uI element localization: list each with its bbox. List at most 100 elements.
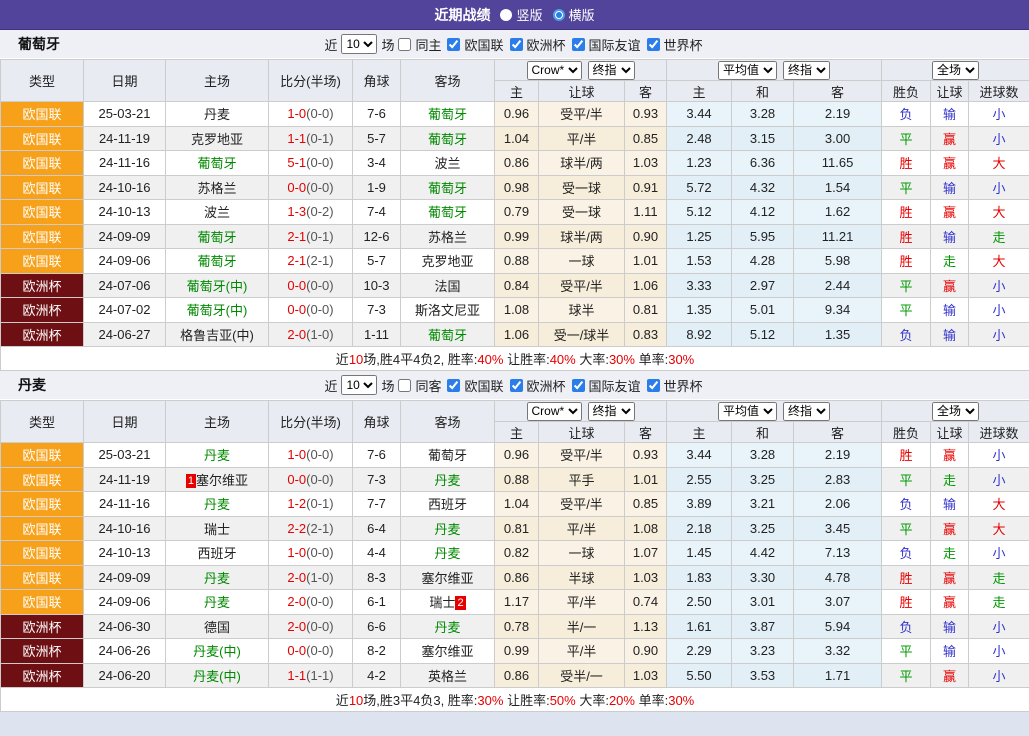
away-team-name: 葡萄牙 xyxy=(428,205,467,220)
away-team-name: 丹麦 xyxy=(434,522,460,537)
away-team-name: 丹麦 xyxy=(434,620,460,635)
home-team-cell: 西班牙 xyxy=(166,541,269,566)
result-outcome: 平 xyxy=(882,516,931,541)
league-checkbox-1[interactable] xyxy=(510,379,523,392)
avg-stage-select[interactable]: 终指 xyxy=(783,61,830,80)
avg-draw-odds: 4.32 xyxy=(732,175,794,200)
date-cell: 24-09-06 xyxy=(84,590,166,615)
avg-away-odds: 3.32 xyxy=(794,639,882,664)
handicap-home-odds: 0.98 xyxy=(495,175,539,200)
handicap-away-odds: 0.93 xyxy=(625,102,667,127)
handicap-away-odds: 0.74 xyxy=(625,590,667,615)
match-row: 欧国联25-03-21丹麦1-0(0-0)7-6葡萄牙0.96受平/半0.933… xyxy=(1,443,1029,468)
date-cell: 24-10-16 xyxy=(84,175,166,200)
result-outcome: 平 xyxy=(882,126,931,151)
odds-sub-header-2: 客 xyxy=(625,81,667,102)
col-header-3: 比分(半场) xyxy=(269,401,353,443)
competition-type-cell: 欧国联 xyxy=(1,249,84,274)
home-team-cell: 葡萄牙(中) xyxy=(166,273,269,298)
fulltime-score: 1-0 xyxy=(287,545,306,560)
match-row: 欧洲杯24-07-06葡萄牙(中)0-0(0-0)10-3法国0.84受平/半1… xyxy=(1,273,1029,298)
avg-home-odds: 2.48 xyxy=(667,126,732,151)
avg-draw-odds: 4.28 xyxy=(732,249,794,274)
league-checkbox-3[interactable] xyxy=(647,379,660,392)
same-venue-checkbox[interactable] xyxy=(398,38,411,51)
average-select[interactable]: 平均值 xyxy=(718,402,777,421)
handicap-home-odds: 1.04 xyxy=(495,126,539,151)
handicap-line: 半球 xyxy=(539,565,625,590)
summary-text-segment: 大率: xyxy=(576,693,609,708)
avg-draw-odds: 3.15 xyxy=(732,126,794,151)
competition-type-cell: 欧国联 xyxy=(1,151,84,176)
handicap-away-odds: 1.13 xyxy=(625,614,667,639)
avg-draw-odds: 3.87 xyxy=(732,614,794,639)
odds-group-header: Crow* 终指 xyxy=(495,401,667,422)
handicap-line: 受平/半 xyxy=(539,102,625,127)
match-row: 欧国联24-11-16葡萄牙5-1(0-0)3-4波兰0.86球半/两1.031… xyxy=(1,151,1029,176)
handicap-home-odds: 0.88 xyxy=(495,467,539,492)
date-cell: 24-06-27 xyxy=(84,322,166,347)
halftime-score: (0-0) xyxy=(306,472,333,487)
match-row: 欧国联24-09-06丹麦2-0(0-0)6-1瑞士21.17平/半0.742.… xyxy=(1,590,1029,615)
handicap-home-odds: 0.79 xyxy=(495,200,539,225)
team-section-1: 丹麦近10场同客欧国联欧洲杯国际友谊世界杯类型日期主场比分(半场)角球客场Cro… xyxy=(0,371,1029,712)
result-group-header: 全场 xyxy=(882,401,1029,422)
avg-stage-select[interactable]: 终指 xyxy=(783,402,830,421)
result-outcome: 胜 xyxy=(882,249,931,274)
avg-away-odds: 7.13 xyxy=(794,541,882,566)
fulltime-score: 2-0 xyxy=(287,594,306,609)
horizontal-radio[interactable] xyxy=(553,9,565,21)
layout-option-horizontal[interactable]: 横版 xyxy=(553,5,595,24)
match-row: 欧国联24-10-13波兰1-3(0-2)7-4葡萄牙0.79受一球1.115.… xyxy=(1,200,1029,225)
score-cell: 2-1(0-1) xyxy=(269,224,353,249)
avg-away-odds: 3.00 xyxy=(794,126,882,151)
league-checkbox-0[interactable] xyxy=(447,379,460,392)
home-team-name: 塞尔维亚 xyxy=(196,473,248,488)
league-checkbox-3[interactable] xyxy=(647,38,660,51)
corner-cell: 7-6 xyxy=(353,102,401,127)
corner-cell: 12-6 xyxy=(353,224,401,249)
handicap-away-odds: 0.93 xyxy=(625,443,667,468)
league-checkbox-0[interactable] xyxy=(447,38,460,51)
match-count-select[interactable]: 10 xyxy=(341,375,377,395)
league-checkbox-2[interactable] xyxy=(572,38,585,51)
match-row: 欧洲杯24-06-26丹麦(中)0-0(0-0)8-2塞尔维亚0.99平/半0.… xyxy=(1,639,1029,664)
date-cell: 24-10-13 xyxy=(84,200,166,225)
avg-home-odds: 1.25 xyxy=(667,224,732,249)
avg-home-odds: 2.55 xyxy=(667,467,732,492)
away-team-cell: 葡萄牙 xyxy=(401,126,495,151)
away-team-name: 瑞士 xyxy=(429,595,455,610)
league-label-0: 欧国联 xyxy=(464,35,503,54)
result-handicap: 输 xyxy=(931,298,969,323)
average-select[interactable]: 平均值 xyxy=(718,61,777,80)
avg-home-odds: 5.72 xyxy=(667,175,732,200)
date-cell: 24-11-19 xyxy=(84,126,166,151)
match-count-select[interactable]: 10 xyxy=(341,34,377,54)
home-team-name: 丹麦 xyxy=(204,595,230,610)
vertical-radio[interactable] xyxy=(500,9,512,21)
bookmaker-select[interactable]: Crow* xyxy=(527,61,582,80)
odds-stage-select[interactable]: 终指 xyxy=(588,61,635,80)
layout-option-vertical[interactable]: 竖版 xyxy=(500,5,542,24)
home-team-cell: 格鲁吉亚(中) xyxy=(166,322,269,347)
handicap-away-odds: 1.07 xyxy=(625,541,667,566)
handicap-away-odds: 1.11 xyxy=(625,200,667,225)
league-checkbox-2[interactable] xyxy=(572,379,585,392)
scope-select[interactable]: 全场 xyxy=(932,402,979,421)
home-team-cell: 丹麦(中) xyxy=(166,663,269,688)
fulltime-score: 1-1 xyxy=(287,131,306,146)
odds-stage-select[interactable]: 终指 xyxy=(588,402,635,421)
scope-select[interactable]: 全场 xyxy=(932,61,979,80)
league-checkbox-1[interactable] xyxy=(510,38,523,51)
home-team-cell: 瑞士 xyxy=(166,516,269,541)
halftime-score: (0-1) xyxy=(306,131,333,146)
avg-away-odds: 3.07 xyxy=(794,590,882,615)
home-team-name: 德国 xyxy=(204,620,230,635)
competition-type-cell: 欧洲杯 xyxy=(1,663,84,688)
result-goals: 小 xyxy=(969,273,1029,298)
same-venue-checkbox[interactable] xyxy=(398,379,411,392)
home-team-name: 格鲁吉亚(中) xyxy=(180,328,254,343)
bookmaker-select[interactable]: Crow* xyxy=(527,402,582,421)
away-team-cell: 法国 xyxy=(401,273,495,298)
halftime-score: (0-0) xyxy=(306,643,333,658)
